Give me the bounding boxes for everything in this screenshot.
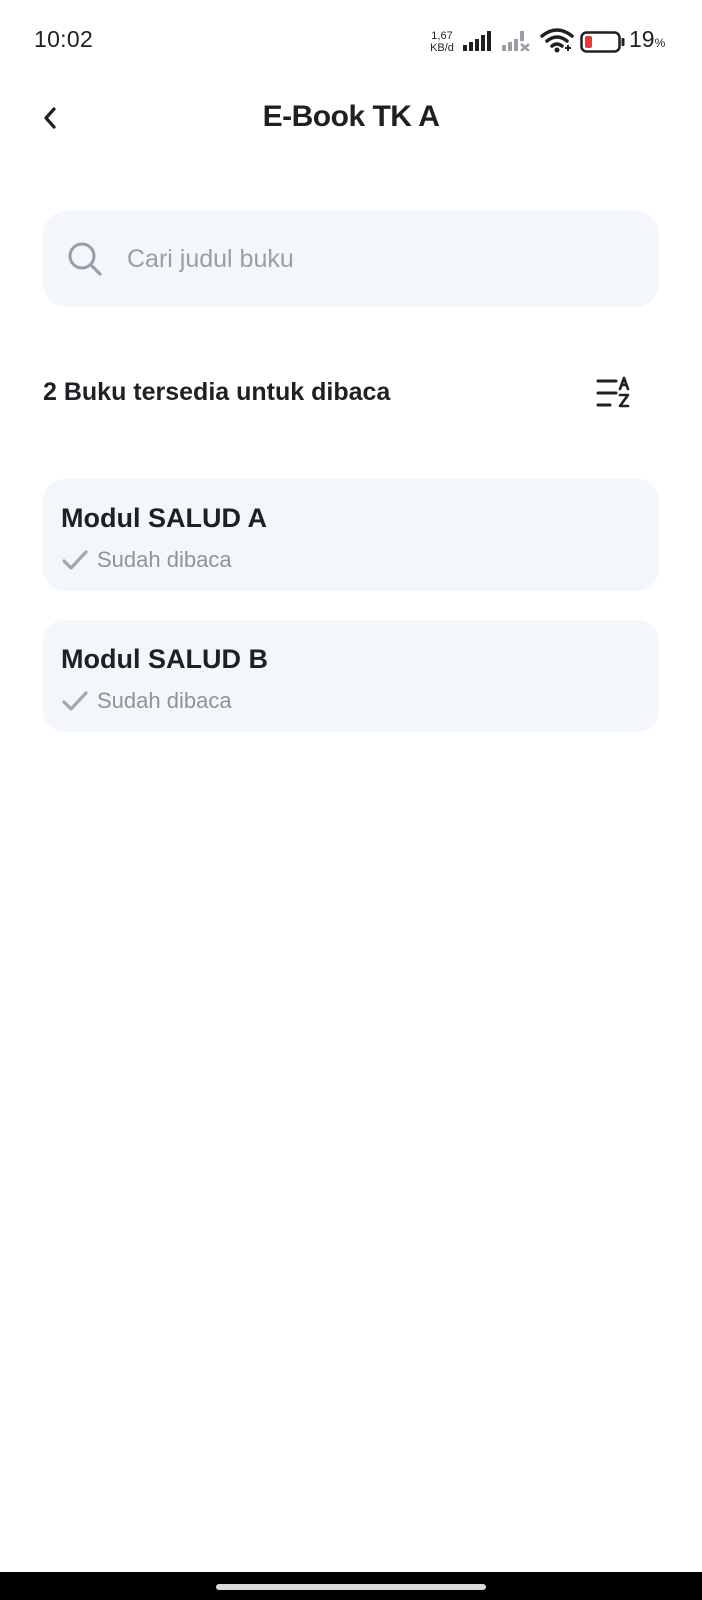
network-speed: 1,67 KB/d	[426, 30, 458, 58]
book-read-status: Sudah dibaca	[61, 545, 232, 575]
search-input[interactable]	[127, 211, 637, 307]
status-time: 10:02	[34, 26, 94, 52]
book-read-status: Sudah dibaca	[61, 686, 232, 716]
check-icon	[62, 691, 88, 711]
screen: 10:02 1,67 KB/d 19% E-Book TK A Cari jud…	[0, 0, 702, 1600]
status-bar: 10:02 1,67 KB/d 19%	[0, 0, 702, 80]
battery-percent-sign: %	[654, 36, 666, 50]
sort-alpha-icon	[596, 376, 630, 408]
book-status-text: Sudah dibaca	[97, 688, 232, 713]
signal-no-service-icon	[502, 31, 530, 51]
search-icon	[68, 242, 102, 276]
book-list-item[interactable]: Modul SALUD A Sudah dibaca	[43, 479, 659, 591]
search-box[interactable]	[43, 211, 659, 307]
page-title: E-Book TK A	[262, 100, 440, 133]
home-indicator[interactable]	[216, 1584, 486, 1590]
book-title: Modul SALUD B	[61, 644, 268, 674]
signal-icon	[463, 31, 491, 51]
app-header: E-Book TK A	[0, 80, 702, 160]
book-status-text: Sudah dibaca	[97, 547, 232, 572]
network-speed-unit: KB/d	[430, 42, 454, 54]
system-navigation-bar	[0, 1572, 702, 1600]
battery-percent-value: 19	[629, 26, 655, 52]
check-icon	[62, 550, 88, 570]
book-count-label: 2 Buku tersedia untuk dibaca	[43, 378, 391, 406]
battery-icon	[580, 31, 625, 53]
book-title: Modul SALUD A	[61, 503, 267, 533]
battery-percent: 19%	[629, 26, 665, 53]
sort-button[interactable]	[592, 372, 638, 418]
network-speed-value: 1,67	[431, 30, 453, 42]
wifi-icon	[540, 28, 574, 53]
book-list-item[interactable]: Modul SALUD B Sudah dibaca	[43, 620, 659, 732]
